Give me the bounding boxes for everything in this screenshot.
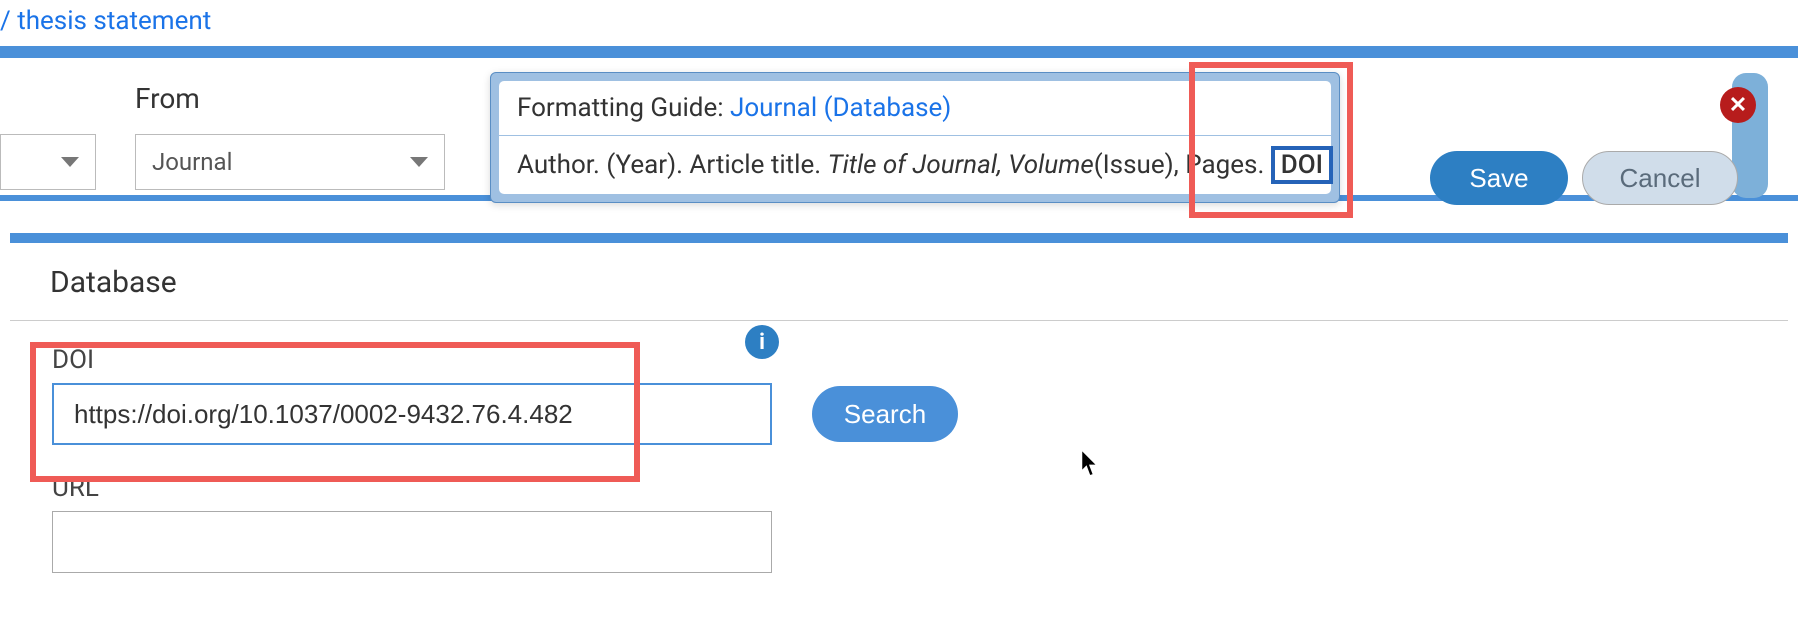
breadcrumb[interactable]: / thesis statement bbox=[0, 0, 1798, 46]
info-glyph: i bbox=[759, 330, 765, 355]
formatting-guide-popup: Formatting Guide: Journal (Database) Aut… bbox=[490, 72, 1340, 203]
select-value: Journal bbox=[152, 148, 232, 176]
apa-guide-panel: APA Guide ✕ Save Cancel bbox=[1732, 73, 1768, 198]
info-icon[interactable]: i bbox=[745, 325, 779, 359]
guide-author-part: Author. (Year). Article title. bbox=[517, 150, 828, 180]
section-heading: Database bbox=[10, 243, 1788, 321]
from-label: From bbox=[135, 82, 200, 115]
source-type-select[interactable]: Journal bbox=[135, 134, 445, 190]
close-icon: ✕ bbox=[1729, 93, 1747, 118]
doi-label: DOI bbox=[52, 345, 1788, 375]
close-guide-button[interactable]: ✕ bbox=[1720, 87, 1756, 123]
form-area: i DOI Search URL bbox=[10, 321, 1788, 573]
toolbar-row: From Journal Formatting Guide: Journal (… bbox=[0, 48, 1798, 195]
doi-search-button[interactable]: Search bbox=[812, 386, 958, 442]
chevron-down-icon bbox=[61, 157, 79, 167]
source-prefix-select[interactable] bbox=[0, 134, 96, 190]
doi-input[interactable] bbox=[52, 383, 772, 445]
breadcrumb-current[interactable]: thesis statement bbox=[17, 6, 211, 36]
save-button[interactable]: Save bbox=[1430, 151, 1568, 205]
guide-doi-box: DOI bbox=[1271, 146, 1333, 184]
breadcrumb-sep: / bbox=[0, 6, 11, 36]
top-bar: From Journal Formatting Guide: Journal (… bbox=[0, 46, 1798, 201]
guide-prefix: Formatting Guide: bbox=[517, 93, 730, 123]
apa-guide-label: APA Guide bbox=[1640, 91, 1708, 151]
guide-header: Formatting Guide: Journal (Database) bbox=[499, 81, 1331, 136]
url-input[interactable] bbox=[52, 511, 772, 573]
guide-issue-part: (Issue), Pages. bbox=[1094, 150, 1271, 180]
database-section: Database i DOI Search URL bbox=[10, 233, 1788, 573]
cancel-button[interactable]: Cancel bbox=[1582, 151, 1738, 205]
url-label: URL bbox=[52, 473, 1788, 503]
section-accent-bar bbox=[10, 233, 1788, 243]
guide-italic-part: Title of Journal, Volume bbox=[828, 150, 1094, 180]
guide-link[interactable]: Journal (Database) bbox=[730, 93, 951, 123]
from-block: From bbox=[135, 82, 200, 139]
guide-template-line: Author. (Year). Article title. Title of … bbox=[499, 136, 1331, 194]
chevron-down-icon bbox=[410, 157, 428, 167]
